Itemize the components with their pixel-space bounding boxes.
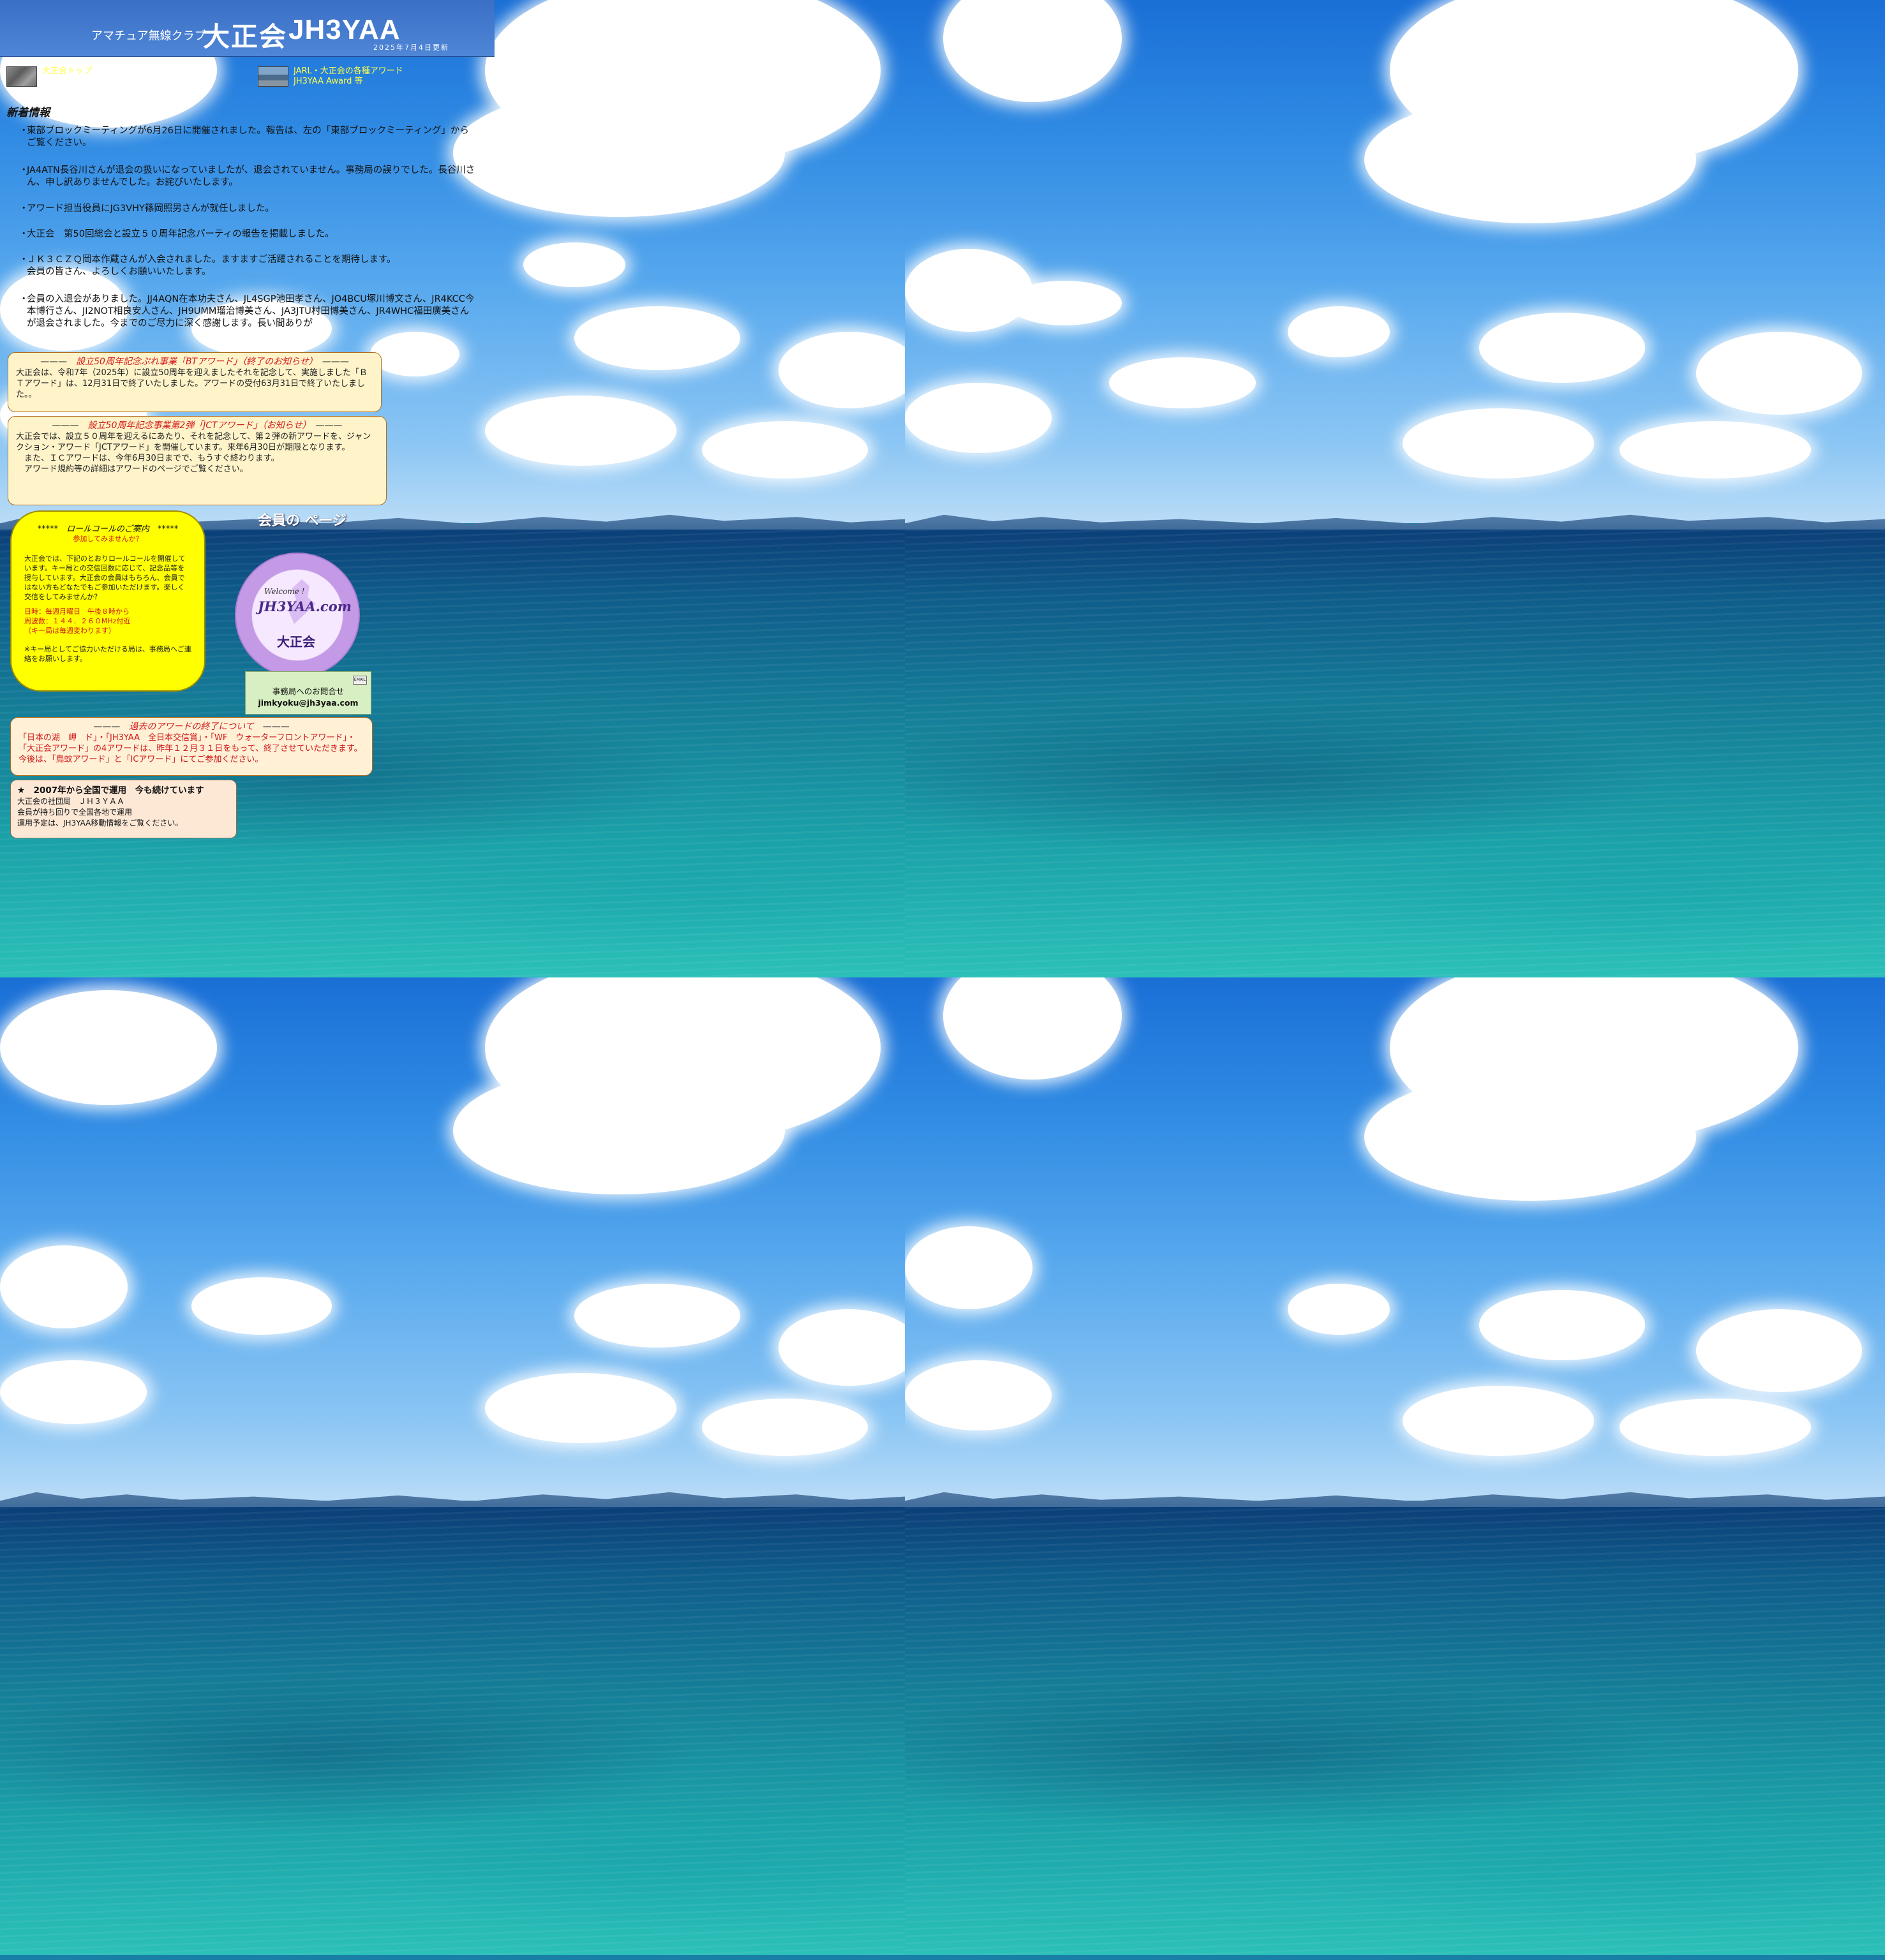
club-name: 大正会 bbox=[203, 21, 288, 52]
news-item: ・会員の入退会がありました。JJ4AQN在本功夫さん、JL4SGP池田孝さん、J… bbox=[19, 293, 477, 330]
news-text: 大正会 第50回総会と設立５０周年記念パーティの報告を掲載しました。 bbox=[27, 229, 334, 239]
roll-call-body: 大正会では、下記のとおりロールコールを開催しています。キー局との交信回数に応じて… bbox=[24, 554, 186, 601]
operation-title: ★ 2007年から全国で運用 今も続けています bbox=[17, 785, 204, 796]
updated-date: 2025年7月4日更新 bbox=[373, 43, 449, 52]
roll-call-subtitle: 参加してみませんか？ bbox=[73, 535, 143, 543]
notice-title: ——— 過去のアワードの終了について ——— bbox=[93, 722, 290, 732]
roll-call-box: ***** ロールコールのご案内 ***** 参加してみませんか？ 大正会では、… bbox=[10, 510, 205, 692]
operation-line: 会員が持ち回りで全国各地で運用 bbox=[17, 808, 133, 817]
notice-body: 大正会は、令和7年（2025年）に設立50周年を迎えましたそれを記念して、実施し… bbox=[16, 368, 368, 399]
notice-body: 大正会では、設立５０周年を迎えるにあたり、それを記念して、第２弾の新アワードを、… bbox=[16, 432, 371, 474]
roll-call-note: ※キー局としてご協力いただける局は、事務局へご連絡をお願いします。 bbox=[24, 645, 191, 663]
notice-title: ——— 設立50周年記念事業第2弾「JCTアワード」（お知らせ） ——— bbox=[52, 420, 343, 431]
contact-email: jimkyoku@jh3yaa.com bbox=[258, 698, 359, 708]
badge-welcome: Welcome ! bbox=[264, 587, 305, 596]
operation-line: 大正会の社団局 ＪＨ３ＹＡＡ bbox=[17, 797, 125, 806]
site-header: アマチュア無線クラブ 大正会 JH3YAA 2025年7月4日更新 bbox=[0, 0, 495, 57]
top-link-awards[interactable]: JARL・大正会の各種アワード JH3YAA Award 等 bbox=[258, 66, 403, 87]
news-item: ・大正会 第50回総会と設立５０周年記念パーティの報告を掲載しました。 bbox=[19, 228, 477, 241]
jct-award-notice: ——— 設立50周年記念事業第2弾「JCTアワード」（お知らせ） ——— 大正会… bbox=[8, 416, 387, 505]
email-icon: EMAIL bbox=[353, 676, 367, 685]
welcome-badge-link[interactable]: Welcome ! JH3YAA.com 大正会 bbox=[235, 553, 360, 678]
thumbnail-image bbox=[6, 66, 37, 87]
header-subtitle: アマチュア無線クラブ bbox=[91, 29, 206, 43]
contact-link[interactable]: EMAIL 事務局へのお問合せ jimkyoku@jh3yaa.com bbox=[245, 671, 371, 715]
operation-line: 運用予定は、JH3YAA移動情報をご覧ください。 bbox=[17, 819, 183, 828]
badge-club: 大正会 bbox=[277, 634, 315, 650]
notice-title: ——— 設立50周年記念ぷれ事業「BTアワード」（終了のお知らせ） ——— bbox=[40, 357, 349, 367]
top-link-label: 大正会トップ bbox=[42, 66, 93, 76]
news-text: 東部ブロックミーティングが6月26日に開催されました。報告は、左の「東部ブロック… bbox=[27, 126, 469, 148]
news-title: 新着情報 bbox=[6, 107, 50, 119]
news-text: アワード担当役員にJG3VHY篠岡照男さんが就任しました。 bbox=[27, 204, 274, 214]
news-item: ・アワード担当役員にJG3VHY篠岡照男さんが就任しました。 bbox=[19, 203, 477, 215]
members-page-link[interactable]: 会員の ページ bbox=[258, 509, 346, 530]
contact-label: 事務局へのお問合せ bbox=[272, 687, 345, 696]
top-link-label: JARL・大正会の各種アワード JH3YAA Award 等 bbox=[294, 66, 403, 86]
background-tile bbox=[905, 0, 1885, 977]
news-text: JA4ATN長谷川さんが退会の扱いになっていましたが、退会されていません。事務局… bbox=[27, 165, 475, 188]
top-link-home[interactable]: 大正会トップ bbox=[6, 66, 92, 87]
callsign: JH3YAA bbox=[288, 14, 401, 45]
operation-info-box: ★ 2007年から全国で運用 今も続けています 大正会の社団局 ＪＨ３ＹＡＡ 会… bbox=[10, 780, 237, 838]
past-awards-notice: ——— 過去のアワードの終了について ——— 「日本の湖 岬 ド」・「JH3YA… bbox=[10, 717, 373, 776]
background-tile bbox=[905, 977, 1885, 1960]
news-text: ＪＫ３ＣＺＱ岡本作蔵さんが入会されました。ますますご活躍されることを期待します。… bbox=[27, 255, 396, 277]
badge-site: JH3YAA.com bbox=[258, 598, 352, 614]
news-item: ・東部ブロックミーティングが6月26日に開催されました。報告は、左の「東部ブロッ… bbox=[19, 125, 477, 149]
roll-call-title: ***** ロールコールのご案内 ***** bbox=[37, 524, 179, 534]
bt-award-notice: ——— 設立50周年記念ぷれ事業「BTアワード」（終了のお知らせ） ——— 大正… bbox=[8, 352, 382, 412]
news-item: ・ JA4ATN長谷川さんが退会の扱いになっていましたが、退会されていません。事務… bbox=[19, 165, 477, 189]
notice-body: 「日本の湖 岬 ド」・「JH3YAA 全日本交信賞」・「WF ウォーターフロント… bbox=[19, 733, 362, 764]
roll-call-schedule: 日時：毎週月曜日 午後８時から 周波数：１４４．２６０MHz付近 （キー局は毎週… bbox=[24, 607, 131, 635]
news-text: 会員の入退会がありました。JJ4AQN在本功夫さん、JL4SGP池田孝さん、JO… bbox=[27, 294, 475, 329]
thumbnail-image bbox=[258, 66, 288, 87]
background-tile bbox=[0, 977, 905, 1960]
news-item: ・ ＪＫ３ＣＺＱ岡本作蔵さんが入会されました。ますますご活躍されることを期待します… bbox=[19, 254, 477, 278]
